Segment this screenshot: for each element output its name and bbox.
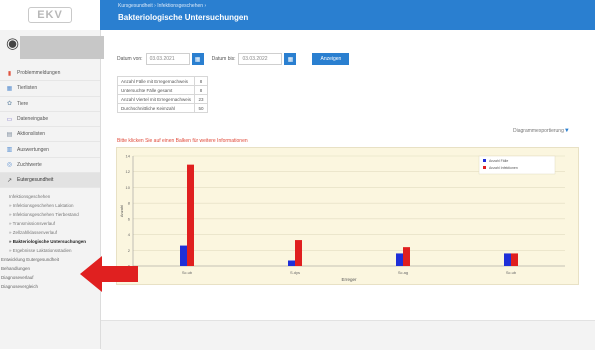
chart-icon: ▮	[7, 70, 12, 77]
y-tick-label: 14	[126, 154, 131, 159]
health-icon: ↗	[6, 177, 13, 184]
logo-text: EKV	[28, 7, 72, 23]
submenu-item[interactable]: » Transmissionsverlauf	[0, 221, 100, 227]
submenu-item[interactable]: » Infektionsgeschehen Laktation	[0, 203, 100, 209]
stat-value: 23	[193, 94, 208, 104]
paw-icon: ✿	[6, 101, 13, 108]
bar-cases[interactable]	[180, 245, 187, 266]
sidebar-item-label: Tierlisten	[17, 85, 38, 92]
bar-infections[interactable]	[511, 253, 518, 266]
chart-hint: Bitte klicken Sie auf einen Balken für w…	[117, 138, 248, 144]
y-tick-label: 4	[128, 232, 131, 237]
table-row: Anzahl Fälle mit Erregernachweis 8	[117, 76, 208, 86]
target-icon: ◎	[6, 162, 13, 169]
report-icon: ▥	[6, 147, 13, 154]
sidebar-item-problemmeldungen[interactable]: ▮ Problemmeldungen	[0, 66, 100, 82]
sidebar-item-label: Eutergesundheit	[17, 177, 54, 184]
submenu-item[interactable]: » Zellzahlklassenverlauf	[0, 230, 100, 236]
y-tick-label: 6	[128, 216, 131, 221]
red-arrow-icon	[80, 256, 138, 292]
x-axis-label: Erreger	[341, 277, 357, 282]
date-filter-bar: Datum von: 03.03.2021 ▦ Datum bis: 03.03…	[117, 52, 350, 66]
y-tick-label: 8	[128, 201, 131, 206]
y-tick-label: 12	[126, 169, 131, 174]
sidebar-item-tierlisten[interactable]: ▦ Tierlisten	[0, 81, 100, 97]
x-tick-label: Sc.ag	[398, 270, 408, 275]
bar-chart[interactable]: 02468101214Sc.ubS.dysSc.agSc.ubErregerAn…	[116, 147, 579, 285]
footer-area	[101, 320, 595, 350]
y-axis-label: Anzahl	[119, 205, 124, 217]
x-tick-label: S.dys	[290, 270, 300, 275]
stat-value: 8	[193, 76, 208, 86]
submenu-item[interactable]: » Bakteriologische Untersuchungen	[0, 239, 100, 245]
show-button[interactable]: Anzeigen	[312, 53, 350, 65]
sidebar-item-tiere[interactable]: ✿ Tiere	[0, 97, 100, 112]
summary-table: Anzahl Fälle mit Erregernachweis 8 Untersu…	[117, 76, 208, 113]
sidebar-menu: ▮ Problemmeldungen ▦ Tierlisten ✿ Tiere ▭ Daten…	[0, 66, 100, 189]
sidebar-item-aktionslisten[interactable]: ▤ Aktionslisten	[0, 127, 100, 143]
stat-value: 8	[193, 85, 208, 95]
legend-swatch	[483, 159, 486, 162]
sidebar-item-label: Tiere	[17, 100, 29, 107]
user-icon: ◉	[6, 35, 20, 52]
stat-label: Durchschnittliche Keimzahl	[117, 103, 195, 113]
sidebar: ◉ ▮ Problemmeldungen ▦ Tierlisten ✿ Tiere ▭ Dat…	[0, 30, 104, 349]
y-tick-label: 10	[126, 185, 131, 190]
sidebar-item-zuchtwerte[interactable]: ◎ Zuchtwerte	[0, 158, 100, 174]
date-to-label: Datum bis:	[211, 56, 236, 62]
date-from-input[interactable]: 03.03.2021	[145, 53, 190, 65]
submenu-item[interactable]: » Infektionsgeschehen Tierbestand	[0, 212, 100, 218]
bar-cases[interactable]	[504, 253, 511, 266]
sidebar-item-eutergesundheit[interactable]: ↗ Eutergesundheit	[0, 173, 100, 189]
app-logo[interactable]: EKV	[0, 0, 100, 30]
chart-svg[interactable]: 02468101214Sc.ubS.dysSc.agSc.ubErregerAn…	[117, 148, 578, 284]
bar-infections[interactable]	[403, 247, 410, 266]
export-link[interactable]: Diagrammexportierung▼	[513, 128, 570, 134]
breadcrumb[interactable]: Kursgesundheit › Infektionsgeschehen ›	[118, 3, 206, 9]
legend-swatch	[483, 166, 486, 169]
sidebar-item-label: Aktionslisten	[17, 131, 46, 138]
export-label: Diagrammexportierung	[513, 128, 564, 134]
user-panel[interactable]: ◉	[6, 35, 104, 59]
sidebar-item-label: Dateneingabe	[17, 116, 49, 123]
top-bar: EKV Kursgesundheit › Infektionsgeschehen…	[0, 0, 595, 30]
sidebar-item-label: Zuchtwerte	[17, 161, 42, 168]
table-row: Durchschnittliche Keimzahl 50	[117, 103, 208, 113]
x-tick-label: Sc.ub	[182, 270, 193, 275]
date-to-input[interactable]: 03.03.2022	[238, 53, 283, 65]
stat-label: Anzahl Fälle mit Erregernachweis	[117, 76, 195, 86]
bar-cases[interactable]	[288, 260, 295, 267]
submenu-title[interactable]: Infektionsgeschehen	[0, 194, 100, 200]
legend-label: Anzahl Fälle	[489, 159, 508, 163]
sidebar-item-label: Auswertungen	[17, 146, 49, 153]
legend-label: Anzahl Infektionen	[489, 166, 518, 170]
inbox-icon: ▭	[6, 116, 13, 123]
export-icon: ▼	[563, 128, 570, 134]
page-title: Bakteriologische Untersuchungen	[118, 13, 249, 22]
table-row: Anzahl Viertel mit Erregernachweis 23	[117, 94, 208, 104]
date-from-label: Datum von:	[117, 56, 143, 62]
table-row: Untersuchte Fälle gesamt 8	[117, 85, 208, 95]
user-name-placeholder	[20, 36, 104, 59]
x-tick-label: Sc.ub	[506, 270, 517, 275]
bar-infections[interactable]	[187, 164, 194, 266]
sidebar-item-label: Problemmeldungen	[17, 70, 61, 77]
date-to-calendar-icon[interactable]: ▦	[284, 53, 297, 65]
table-icon: ▦	[6, 85, 13, 92]
calendar-icon: ▤	[6, 131, 13, 138]
stat-label: Untersuchte Fälle gesamt	[117, 85, 195, 95]
bar-infections[interactable]	[295, 240, 302, 266]
stat-label: Anzahl Viertel mit Erregernachweis	[117, 94, 195, 104]
bar-cases[interactable]	[396, 253, 403, 266]
sidebar-item-auswertungen[interactable]: ▥ Auswertungen	[0, 142, 100, 158]
date-from-calendar-icon[interactable]: ▦	[191, 53, 204, 65]
sidebar-item-dateneingabe[interactable]: ▭ Dateneingabe	[0, 112, 100, 128]
stat-value: 50	[193, 103, 208, 113]
